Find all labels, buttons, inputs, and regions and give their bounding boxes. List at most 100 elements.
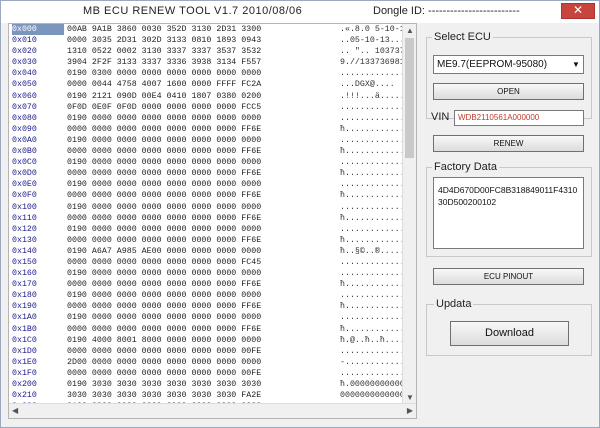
update-label: Updata [434, 298, 474, 310]
hex-row-bytes: 0190 0000 0000 0000 0000 0000 0000 0000 [67, 180, 262, 190]
hex-row[interactable]: 0x120 0190 0000 0000 0000 0000 0000 0000 … [9, 224, 404, 235]
hex-row[interactable]: 0x180 0190 0000 0000 0000 0000 0000 0000 … [9, 290, 404, 301]
hex-row-address: 0x050 [12, 80, 37, 90]
ecu-select-value: ME9.7(EEPROM-95080) [437, 59, 548, 70]
hex-row-bytes: 0000 0000 0000 0000 0000 0000 0000 00FE [67, 368, 262, 378]
scroll-up-icon[interactable]: ▲ [406, 26, 414, 35]
hex-row-bytes: 0190 0300 0000 0000 0000 0000 0000 0000 [67, 69, 262, 79]
hex-row-address: 0x040 [12, 69, 37, 79]
window-title: MB ECU RENEW TOOL V1.7 2010/08/06 [83, 5, 303, 17]
hex-row-ascii: ħ.@..ħ..ħ....... [340, 335, 404, 345]
hex-row[interactable]: 0x070 0F0D 0E0F 0F0D 0000 0000 0000 0000 … [9, 102, 404, 113]
scroll-down-icon[interactable]: ▼ [406, 393, 414, 402]
hex-row-ascii: ................ [340, 224, 404, 234]
hex-row-bytes: 0190 0000 0000 0000 0000 0000 0000 0000 [67, 269, 262, 279]
hex-row[interactable]: 0x020 1310 0522 0002 3130 3337 3337 3537 … [9, 46, 404, 57]
select-ecu-group [426, 37, 592, 119]
scroll-left-icon[interactable]: ◀ [12, 406, 18, 415]
hex-row[interactable]: 0x080 0190 0000 0000 0000 0000 0000 0000 … [9, 113, 404, 124]
hex-row[interactable]: 0x140 0190 A6A7 A985 AE00 0000 0000 0000 … [9, 246, 404, 257]
hex-row-ascii: ................ [340, 313, 404, 323]
open-button[interactable]: OPEN [433, 83, 584, 100]
hex-row[interactable]: 0x210 3030 3030 3030 3030 3030 3030 3030 … [9, 390, 404, 401]
hex-row[interactable]: 0x040 0190 0300 0000 0000 0000 0000 0000 … [9, 68, 404, 79]
hex-row[interactable]: 0x1E0 2D00 0000 0000 0000 0000 0000 0000 … [9, 357, 404, 368]
horizontal-scrollbar[interactable]: ◀ ▶ [9, 403, 416, 418]
hex-row[interactable]: 0x0F0 0000 0000 0000 0000 0000 0000 0000 … [9, 190, 404, 201]
hex-row-address: 0x140 [12, 246, 37, 256]
hex-view[interactable]: 0x000 00AB 9A1B 3860 0030 352D 3130 2D31 … [8, 23, 417, 419]
hex-row-ascii: ..05-10-13.... [340, 36, 404, 46]
hex-row-ascii: ħ............... [340, 147, 404, 157]
vin-input[interactable]: WDB2110561A000000 [454, 110, 584, 126]
hex-row-ascii: ................ [340, 257, 404, 267]
close-button[interactable]: ✕ [561, 3, 595, 19]
hex-row[interactable]: 0x110 0000 0000 0000 0000 0000 0000 0000 … [9, 213, 404, 224]
scroll-thumb[interactable] [405, 38, 414, 158]
hex-row-address: 0x110 [12, 213, 37, 223]
hex-row-ascii: .!!!...ä...... [340, 91, 404, 101]
hex-row[interactable]: 0x0C0 0190 0000 0000 0000 0000 0000 0000 … [9, 157, 404, 168]
hex-row[interactable]: 0x030 3904 2F2F 3133 3337 3336 3938 3134 … [9, 57, 404, 68]
app-window: MB ECU RENEW TOOL V1.7 2010/08/06 Dongle… [0, 0, 600, 428]
hex-row[interactable]: 0x090 0000 0000 0000 0000 0000 0000 0000 … [9, 124, 404, 135]
hex-row[interactable]: 0x050 0000 0044 4758 4007 1600 0000 FFFF … [9, 79, 404, 90]
hex-row-ascii: ................ [340, 135, 404, 145]
hex-row-address: 0x060 [12, 91, 37, 101]
factory-data-label: Factory Data [432, 161, 499, 173]
hex-row[interactable]: 0x200 0190 3030 3030 3030 3030 3030 3030 … [9, 379, 404, 390]
hex-row-address: 0x1F0 [12, 368, 37, 378]
hex-row[interactable]: 0x060 0190 2121 090D 00E4 0410 1807 0380 … [9, 91, 404, 102]
hex-row[interactable]: 0x150 0000 0000 0000 0000 0000 0000 0000 … [9, 257, 404, 268]
hex-row-address: 0x180 [12, 291, 37, 301]
hex-row-address: 0x1E0 [12, 357, 37, 367]
hex-row-address: 0x120 [12, 224, 37, 234]
hex-row-address: 0x190 [12, 302, 37, 312]
hex-row[interactable]: 0x0D0 0000 0000 0000 0000 0000 0000 0000 … [9, 168, 404, 179]
hex-row-address: 0x210 [12, 391, 37, 401]
factory-data-field[interactable]: 4D4D670D00FC8B318849011F431030D500200102 [433, 177, 584, 249]
hex-row-bytes: 0190 2121 090D 00E4 0410 1807 0380 0200 [67, 91, 262, 101]
ecu-pinout-button[interactable]: ECU PINOUT [433, 268, 584, 285]
hex-row[interactable]: 0x130 0000 0000 0000 0000 0000 0000 0000 … [9, 235, 404, 246]
hex-row[interactable]: 0x190 0000 0000 0000 0000 0000 0000 0000 … [9, 301, 404, 312]
scroll-right-icon[interactable]: ▶ [407, 406, 413, 415]
hex-row-ascii: ...DGX@.... [340, 80, 395, 90]
hex-row-bytes: 0190 0000 0000 0000 0000 0000 0000 0000 [67, 224, 262, 234]
download-button[interactable]: Download [450, 321, 569, 346]
hex-row-address: 0x090 [12, 124, 37, 134]
hex-row-ascii: ................ [340, 291, 404, 301]
hex-row[interactable]: 0x1A0 0190 0000 0000 0000 0000 0000 0000 … [9, 312, 404, 323]
hex-row-address: 0x1B0 [12, 324, 37, 334]
hex-row[interactable]: 0x1F0 0000 0000 0000 0000 0000 0000 0000 … [9, 368, 404, 379]
hex-row-bytes: 0190 A6A7 A985 AE00 0000 0000 0000 0000 [67, 246, 262, 256]
hex-row[interactable]: 0x100 0190 0000 0000 0000 0000 0000 0000 … [9, 202, 404, 213]
renew-button[interactable]: RENEW [433, 135, 584, 152]
hex-row-address: 0x0B0 [12, 147, 37, 157]
hex-row[interactable]: 0x1C0 0190 4000 8001 8000 0000 0000 0000 … [9, 335, 404, 346]
hex-row[interactable]: 0x1D0 0000 0000 0000 0000 0000 0000 0000 … [9, 346, 404, 357]
hex-row[interactable]: 0x0B0 0000 0000 0000 0000 0000 0000 0000 … [9, 146, 404, 157]
hex-row-ascii: ħ............... [340, 280, 404, 290]
hex-row-address: 0x130 [12, 235, 37, 245]
hex-row[interactable]: 0x0E0 0190 0000 0000 0000 0000 0000 0000 … [9, 179, 404, 190]
hex-row-bytes: 0000 0000 0000 0000 0000 0000 0000 FF6E [67, 213, 262, 223]
hex-row-bytes: 1310 0522 0002 3130 3337 3337 3537 3532 [67, 47, 262, 57]
hex-row-bytes: 0000 0000 0000 0000 0000 0000 0000 FC45 [67, 257, 262, 267]
ecu-select[interactable]: ME9.7(EEPROM-95080) ▼ [433, 55, 584, 74]
chevron-down-icon[interactable]: ▼ [569, 56, 583, 73]
dongle-id-label: Dongle ID: ------------------------- [373, 5, 520, 17]
hex-row-bytes: 0000 0000 0000 0000 0000 0000 0000 FF6E [67, 235, 262, 245]
hex-row-address: 0x150 [12, 257, 37, 267]
hex-row[interactable]: 0x160 0190 0000 0000 0000 0000 0000 0000 … [9, 268, 404, 279]
hex-row-ascii: ................ [340, 113, 404, 123]
hex-row[interactable]: 0x1B0 0000 0000 0000 0000 0000 0000 0000 … [9, 324, 404, 335]
hex-row[interactable]: 0x000 00AB 9A1B 3860 0030 352D 3130 2D31 … [9, 24, 404, 36]
hex-row-address: 0x030 [12, 58, 37, 68]
title-bar: MB ECU RENEW TOOL V1.7 2010/08/06 Dongle… [1, 1, 599, 23]
hex-row-ascii: ħ............... [340, 169, 404, 179]
hex-row[interactable]: 0x0A0 0190 0000 0000 0000 0000 0000 0000 … [9, 135, 404, 146]
hex-row[interactable]: 0x010 0000 3035 2D31 302D 3133 0810 1893 … [9, 35, 404, 46]
hex-row[interactable]: 0x170 0000 0000 0000 0000 0000 0000 0000 … [9, 279, 404, 290]
vertical-scrollbar[interactable]: ▲ ▼ [402, 24, 416, 404]
